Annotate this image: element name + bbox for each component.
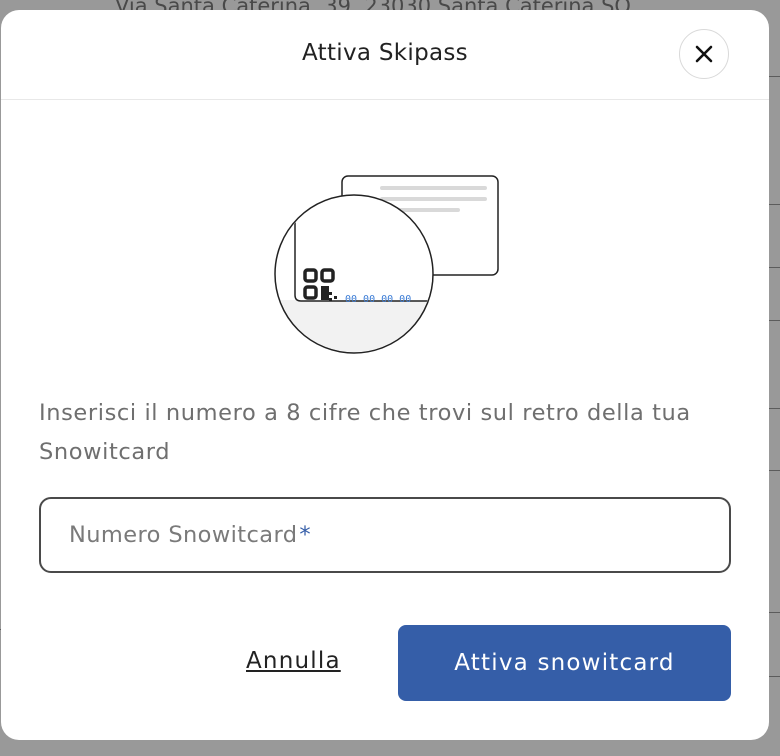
cancel-button[interactable]: Annulla [246,648,341,674]
snowitcard-number-placeholder: Numero Snowitcard [69,522,298,548]
activate-skipass-dialog: Attiva Skipass 00 00 00 00 Inserisci il … [1,10,769,740]
activate-snowitcard-button[interactable]: Attiva snowitcard [398,625,731,701]
close-icon [695,45,713,63]
card-number-text: 00 00 00 00 [345,294,411,305]
instruction-text: Inserisci il numero a 8 cifre che trovi … [39,400,691,465]
close-button[interactable] [679,29,729,79]
snowitcard-number-input[interactable]: Numero Snowitcard * [39,497,731,573]
dialog-title: Attiva Skipass [302,40,468,66]
snowitcard-illustration: 00 00 00 00 [274,175,499,354]
required-asterisk: * [299,522,311,548]
dialog-header: Attiva Skipass [1,10,769,100]
